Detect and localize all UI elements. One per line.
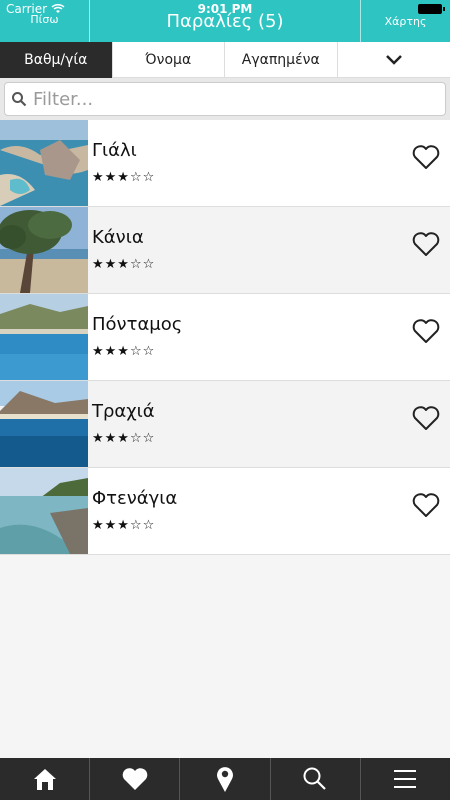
beach-photo [0,207,88,293]
map-button[interactable]: Χάρτης [360,0,450,42]
menu-tab[interactable] [361,758,450,800]
location-tab[interactable] [180,758,271,800]
heart-icon [122,768,148,790]
beach-name: Τραχιά [92,401,155,422]
beach-name: Φτενάγια [92,488,178,509]
beach-name: Πόνταμος [92,314,183,335]
favorite-heart-icon[interactable] [412,231,440,257]
search-icon [303,767,326,790]
beach-photo [0,381,88,467]
favorite-heart-icon[interactable] [412,405,440,431]
home-tab[interactable] [0,758,91,800]
menu-icon [394,770,417,788]
favorites-tab[interactable] [90,758,181,800]
beach-photo [0,294,88,380]
search-bar [0,78,450,120]
favorite-heart-icon[interactable] [412,492,440,518]
favorite-heart-icon[interactable] [412,144,440,170]
search-tab[interactable] [271,758,361,800]
star-rating: ★★★☆☆ [92,344,156,359]
more-dropdown-button[interactable] [338,42,450,78]
back-button[interactable]: Πίσω [0,0,90,42]
list-item[interactable]: Κάνια ★★★☆☆ [0,207,450,294]
location-pin-icon [217,767,233,792]
chevron-down-icon [385,55,402,65]
star-rating: ★★★☆☆ [92,431,156,446]
navigation-bar: Carrier 9:01 PM Πίσω Παραλίες (5) Χάρτης [0,0,450,42]
beach-photo [0,468,88,554]
bottom-tab-bar [0,758,450,800]
list-item[interactable]: Φτενάγια ★★★☆☆ [0,468,450,555]
sort-tabs: Βαθμ/γία Όνομα Αγαπημένα [0,42,450,78]
tab-name[interactable]: Όνομα [113,42,225,78]
list-item[interactable]: Τραχιά ★★★☆☆ [0,381,450,468]
home-icon [33,769,56,790]
page-title: Παραλίες (5) [166,11,284,32]
tab-rating[interactable]: Βαθμ/γία [0,42,113,78]
list-item[interactable]: Πόνταμος ★★★☆☆ [0,294,450,381]
beach-list: Γιάλι ★★★☆☆ Κάνια ★★★☆☆ Πόνταμος ★★★☆☆ Τ… [0,120,450,555]
filter-input[interactable] [33,83,433,115]
tab-favorites[interactable]: Αγαπημένα [225,42,338,78]
beach-name: Γιάλι [92,140,137,161]
beach-photo [0,120,88,206]
search-icon [12,92,27,107]
star-rating: ★★★☆☆ [92,170,156,185]
star-rating: ★★★☆☆ [92,518,156,533]
beach-name: Κάνια [92,227,144,248]
star-rating: ★★★☆☆ [92,257,156,272]
list-item[interactable]: Γιάλι ★★★☆☆ [0,120,450,207]
favorite-heart-icon[interactable] [412,318,440,344]
